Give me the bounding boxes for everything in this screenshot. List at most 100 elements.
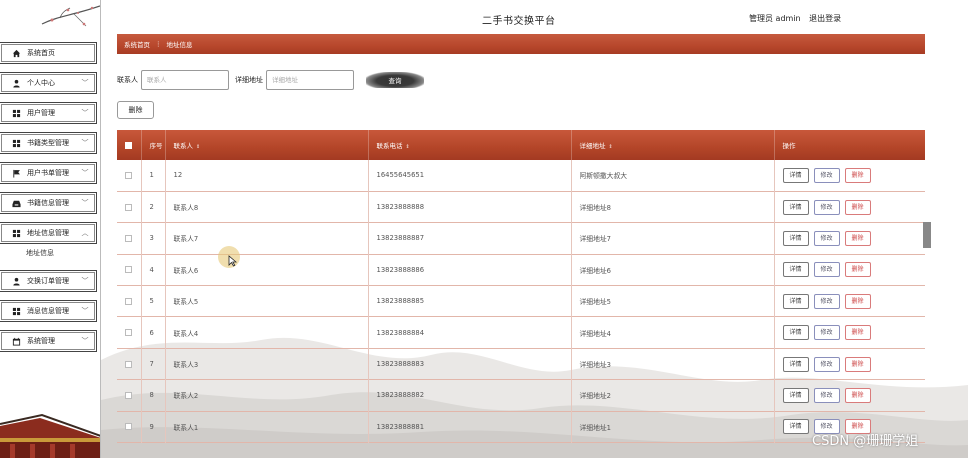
column-header-address[interactable]: 详细地址 ⇕ [571,130,775,160]
row-checkbox[interactable] [125,423,133,431]
delete-button[interactable]: 删除 [844,199,871,215]
row-contact: 联系人2 [165,379,369,412]
row-select-cell [117,191,142,223]
row-checkbox[interactable] [125,234,133,242]
sidebar-item-1[interactable]: 个人中心 ﹀ [0,72,97,94]
row-checkbox[interactable] [125,203,133,211]
chevron-up-icon: ︿ [81,229,89,237]
contact-search-input[interactable] [141,70,229,90]
edit-button[interactable]: 修改 [813,356,840,372]
detail-button[interactable]: 详情 [782,293,809,309]
select-all-checkbox[interactable] [125,141,133,149]
sidebar-item-4[interactable]: 用户书单管理 ﹀ [0,162,97,184]
row-contact: 联系人7 [165,222,369,255]
sidebar: 系统首页 个人中心 ﹀ 用户管理 ﹀ 书籍类型管理 ﹀ 用户书单管理 ﹀ 书籍信息管理 ﹀ 地址信息管… [0,0,101,458]
site-title: 二手书交换平台 [482,16,556,27]
delete-button[interactable]: 删除 [844,167,871,183]
sidebar-item-5[interactable]: 书籍信息管理 ﹀ [0,192,97,214]
delete-button[interactable]: 删除 [844,325,871,341]
edit-button[interactable]: 修改 [813,293,840,309]
address-search-input[interactable] [266,70,354,90]
edit-button[interactable]: 修改 [813,387,840,403]
sidebar-item-7[interactable]: 交换订单管理 ﹀ [0,270,97,292]
edit-button[interactable]: 修改 [813,262,840,278]
delete-button[interactable]: 删除 [844,293,871,309]
select-all-header [117,130,142,160]
detail-button[interactable]: 详情 [782,199,809,215]
row-checkbox[interactable] [125,171,133,179]
sidebar-menu: 系统首页 个人中心 ﹀ 用户管理 ﹀ 书籍类型管理 ﹀ 用户书单管理 ﹀ 书籍信息管理 ﹀ 地址信息管… [0,42,100,360]
sidebar-item-9[interactable]: 系统管理 ﹀ [0,330,97,352]
row-checkbox[interactable] [125,391,133,399]
chevron-down-icon: ﹀ [81,337,89,345]
detail-button[interactable]: 详情 [782,356,809,372]
detail-button[interactable]: 详情 [782,419,809,435]
row-phone: 13823888886 [368,254,572,286]
column-header-contact[interactable]: 联系人 ⇕ [165,130,369,160]
sidebar-item-3[interactable]: 书籍类型管理 ﹀ [0,132,97,154]
row-phone: 13823888885 [368,285,572,317]
address-search-label: 详细地址 [235,76,263,84]
delete-button[interactable]: 删除 [844,262,871,278]
table-row: 5 联系人5 13823888885 详细地址5 详情 修改 删除 [117,285,925,317]
row-checkbox[interactable] [125,266,133,274]
grid-icon [11,108,21,118]
row-phone: 13823888884 [368,316,572,349]
submenu-item-address-info[interactable]: 地址信息 [0,246,100,264]
page-scrollbar-thumb[interactable] [923,222,931,248]
row-phone: 13823888888 [368,191,572,223]
detail-button[interactable]: 详情 [782,167,809,183]
batch-delete-button[interactable]: 删除 [117,101,154,119]
table-header-row: 序号 联系人 ⇕ 联系电话 ⇕ 详细地址 ⇕ 操作 [117,130,925,160]
row-phone: 13823888882 [368,379,572,412]
edit-button[interactable]: 修改 [813,199,840,215]
delete-button[interactable]: 删除 [844,356,871,372]
detail-button[interactable]: 详情 [782,262,809,278]
breadcrumb: 系统首页 ⋮ 地址信息 [117,34,925,54]
row-select-cell [117,222,142,255]
row-select-cell [117,411,142,443]
sidebar-item-label: 系统管理 [27,337,55,345]
delete-button[interactable]: 删除 [844,230,871,246]
sidebar-item-label: 书籍类型管理 [27,139,69,147]
table-row: 9 联系人1 13823888881 详细地址1 详情 修改 删除 [117,411,925,443]
sort-icon[interactable]: ⇕ [609,144,613,150]
search-button[interactable]: 查询 [366,72,424,88]
column-header-phone[interactable]: 联系电话 ⇕ [368,130,572,160]
sidebar-item-label: 交换订单管理 [27,277,69,285]
address-table-container: 序号 联系人 ⇕ 联系电话 ⇕ 详细地址 ⇕ 操作 1 12 16455645651 阿斯顿… [117,130,925,444]
logout-link[interactable]: 退出登录 [809,14,841,23]
breadcrumb-home[interactable]: 系统首页 [124,39,150,49]
table-row: 6 联系人4 13823888884 详细地址4 详情 修改 删除 [117,316,925,349]
row-index: 2 [141,191,166,223]
row-address: 阿斯顿撒大叔大 [571,160,775,192]
row-actions: 详情 修改 删除 [774,254,925,286]
row-select-cell [117,316,142,349]
row-checkbox[interactable] [125,297,133,305]
grid-icon [11,306,21,316]
chevron-down-icon: ﹀ [81,79,89,87]
detail-button[interactable]: 详情 [782,230,809,246]
table-row: 4 联系人6 13823888886 详细地址6 详情 修改 删除 [117,254,925,286]
row-address: 详细地址2 [571,379,775,412]
sidebar-item-2[interactable]: 用户管理 ﹀ [0,102,97,124]
detail-button[interactable]: 详情 [782,387,809,403]
row-index: 4 [141,254,166,286]
edit-button[interactable]: 修改 [813,230,840,246]
delete-button[interactable]: 删除 [844,387,871,403]
row-checkbox[interactable] [125,360,133,368]
row-contact: 联系人3 [165,348,369,380]
sidebar-item-0[interactable]: 系统首页 [0,42,97,64]
sort-icon[interactable]: ⇕ [406,144,410,150]
column-header-contact-label: 联系人 [173,142,194,150]
column-header-actions-label: 操作 [782,142,796,150]
detail-button[interactable]: 详情 [782,325,809,341]
contact-search-label: 联系人 [117,76,138,84]
sidebar-item-6[interactable]: 地址信息管理 ︿ [0,222,97,244]
edit-button[interactable]: 修改 [813,325,840,341]
sort-icon[interactable]: ⇕ [196,144,200,150]
edit-button[interactable]: 修改 [813,167,840,183]
row-checkbox[interactable] [125,329,133,337]
sidebar-item-8[interactable]: 消息信息管理 ﹀ [0,300,97,322]
user-area: 管理员 admin 退出登录 [749,13,847,24]
